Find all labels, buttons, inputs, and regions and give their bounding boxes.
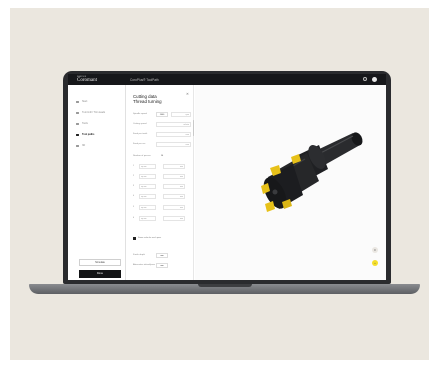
- layers-icon: ≡: [374, 248, 376, 252]
- pass-depth-input[interactable]: ap mm: [139, 164, 156, 169]
- alternative-infeed-input[interactable]: mm: [156, 263, 168, 268]
- add-button[interactable]: +: [372, 260, 378, 266]
- pass-number: 3: [133, 185, 135, 187]
- laptop-notch: [198, 284, 252, 287]
- feed-per-tooth-input[interactable]: mm: [156, 132, 191, 137]
- sidebar-item-label: Turn/mill / Trim leads: [82, 111, 106, 114]
- milling-cutter-model: [261, 132, 363, 212]
- tool-paths-icon: [76, 133, 79, 136]
- feed-per-tooth-row: Feed per tooth mm: [133, 132, 191, 137]
- cube-icon: [76, 144, 79, 147]
- pass-number: 4: [133, 195, 135, 197]
- field-label: Finish depth: [133, 254, 145, 256]
- pass-row: 6 ap mm mm: [133, 216, 191, 221]
- finish-depth-row: Finish depth mm: [133, 253, 191, 258]
- pass-value-input[interactable]: mm: [163, 205, 185, 210]
- spindle-speed-input[interactable]: 1000: [156, 112, 168, 117]
- simulate-button[interactable]: Simulate: [79, 259, 121, 266]
- pass-number: 1: [133, 165, 135, 167]
- pass-number: 5: [133, 206, 135, 208]
- sidebar-item-3d[interactable]: 3D: [76, 144, 124, 148]
- 3d-viewer[interactable]: ≡ +: [195, 85, 386, 280]
- pass-depth-input[interactable]: ap mm: [139, 184, 156, 189]
- sidebar-item-label: 3D: [82, 144, 86, 147]
- feed-per-rev-input[interactable]: mm: [156, 142, 191, 147]
- finish-depth-input[interactable]: mm: [156, 253, 168, 258]
- sidebar-item-label: Tools: [82, 122, 88, 125]
- field-label: Feed per rev: [133, 143, 146, 145]
- number-of-passes-row: Number of passes 10: [133, 154, 191, 159]
- sidebar-item-label: Start: [82, 100, 88, 103]
- cutting-speed-row: Cutting speed m/min: [133, 122, 191, 127]
- left-sidebar: Start Turn/mill / Trim leads Tools Tool …: [68, 85, 126, 280]
- field-label: Number of passes: [133, 155, 151, 157]
- operation-icon: [76, 111, 79, 114]
- brand-main-text: Coromant: [77, 78, 97, 83]
- pass-number: 6: [133, 217, 135, 219]
- pass-value-input[interactable]: mm: [163, 164, 185, 169]
- app-title: CoroPlus® ToolPath: [130, 78, 159, 82]
- field-label: Spindle speed: [133, 113, 147, 115]
- feed-per-rev-row: Feed per rev mm: [133, 142, 191, 147]
- pass-depth-input[interactable]: ap mm: [139, 216, 156, 221]
- sidebar-item-turn-mill[interactable]: Turn/mill / Trim leads: [76, 111, 124, 115]
- field-label: Cutting speed: [133, 123, 147, 125]
- field-label: Alternative infeed/pass: [133, 264, 156, 266]
- pass-depth-input[interactable]: ap mm: [139, 194, 156, 199]
- pass-value-input[interactable]: mm: [163, 174, 185, 179]
- help-icon[interactable]: [372, 76, 377, 82]
- sidebar-item-start[interactable]: Start: [76, 100, 124, 104]
- sidebar-item-tool-paths[interactable]: Tool paths: [76, 133, 124, 137]
- spindle-unit: rpm: [171, 112, 191, 117]
- pass-row: 2 ap mm mm: [133, 174, 191, 179]
- pass-row: 5 ap mm mm: [133, 205, 191, 210]
- pass-row: 3 ap mm mm: [133, 184, 191, 189]
- checkbox-label: Same value for each pass: [138, 237, 162, 239]
- tools-icon: [76, 122, 79, 125]
- user-icon[interactable]: [363, 77, 367, 81]
- cutting-speed-input[interactable]: m/min: [156, 122, 191, 127]
- spindle-speed-row: Spindle speed 1000 rpm: [133, 112, 191, 117]
- app-top-bar: SANDVIK Coromant CoroPlus® ToolPath: [68, 74, 386, 85]
- sidebar-item-tools[interactable]: Tools: [76, 122, 124, 126]
- panel-title: Cutting data Thread turning: [133, 94, 162, 104]
- pass-row: 4 ap mm mm: [133, 194, 191, 199]
- view-options-button[interactable]: ≡: [372, 247, 378, 253]
- panel-title-line2: Thread turning: [133, 99, 162, 104]
- pass-value-input[interactable]: mm: [163, 194, 185, 199]
- pass-depth-input[interactable]: ap mm: [139, 174, 156, 179]
- cutting-data-panel: Cutting data Thread turning ✕ Spindle sp…: [126, 85, 194, 280]
- passes-value[interactable]: 10: [156, 154, 168, 159]
- pass-depth-input[interactable]: ap mm: [139, 205, 156, 210]
- field-label: Feed per tooth: [133, 133, 148, 135]
- same-value-checkbox[interactable]: [133, 237, 136, 240]
- pass-value-input[interactable]: mm: [163, 184, 185, 189]
- pass-value-input[interactable]: mm: [163, 216, 185, 221]
- start-icon: [76, 100, 79, 103]
- pass-row: 1 ap mm mm: [133, 164, 191, 169]
- sidebar-item-label: Tool paths: [82, 133, 95, 136]
- alternative-infeed-row: Alternative infeed/pass mm: [133, 263, 191, 268]
- scrollbar[interactable]: [193, 120, 194, 136]
- plus-icon: +: [374, 261, 376, 265]
- done-button[interactable]: Done: [79, 270, 121, 278]
- close-icon[interactable]: ✕: [186, 92, 189, 96]
- laptop-screen: SANDVIK Coromant CoroPlus® ToolPath Star…: [68, 74, 386, 280]
- pass-number: 2: [133, 175, 135, 177]
- brand-logo[interactable]: SANDVIK Coromant: [77, 76, 107, 84]
